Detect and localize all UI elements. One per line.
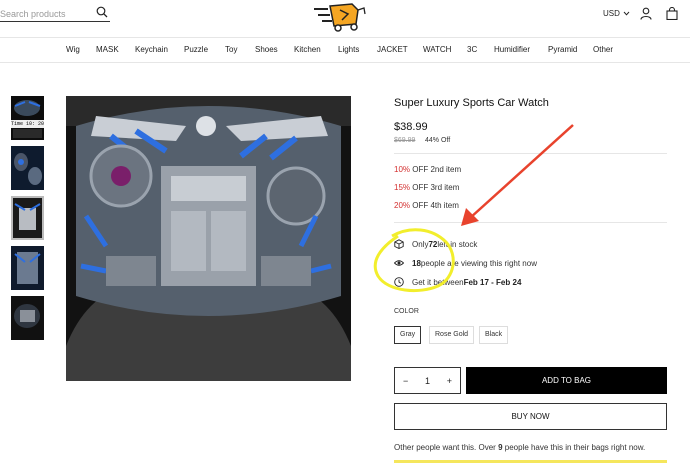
nav-item-3c[interactable]: 3C: [467, 45, 477, 54]
bundle-discount-tier: 15% OFF 3rd item: [394, 183, 459, 192]
watch-thumbnail-image: [11, 96, 44, 140]
watch-thumbnail-image: [11, 246, 44, 290]
watch-main-image: [66, 96, 351, 381]
tier-text: OFF 3rd item: [410, 183, 460, 192]
search-icon[interactable]: [96, 6, 108, 18]
color-label: COLOR: [394, 308, 419, 315]
color-option-black[interactable]: Black: [479, 326, 509, 344]
currency-selector[interactable]: USD: [603, 9, 630, 18]
divider: [394, 153, 667, 154]
color-option-gray[interactable]: Gray: [394, 326, 422, 344]
viewer-count: 18: [412, 258, 421, 268]
product-title: Super Luxury Sports Car Watch: [394, 97, 549, 109]
quantity-decrease-button[interactable]: −: [403, 376, 408, 386]
tier-percent: 10%: [394, 165, 411, 174]
product-price: $38.99: [394, 121, 428, 133]
currency-label: USD: [603, 9, 620, 18]
delivery-dates: Feb 17 - Feb 24: [463, 277, 522, 287]
tier-text: OFF 4th item: [410, 201, 459, 210]
product-thumbnail[interactable]: [11, 246, 44, 290]
product-thumbnail[interactable]: [11, 146, 44, 190]
quantity-stepper: − 1 +: [394, 367, 461, 394]
tier-percent: 15%: [394, 183, 411, 192]
search-input[interactable]: [0, 6, 92, 22]
quantity-value[interactable]: 1: [425, 376, 430, 386]
nav-item-pyramid[interactable]: Pyramid: [548, 45, 577, 54]
viewers-text: people are viewing this right now: [420, 258, 537, 268]
main-nav: Wig MASK Keychain Puzzle Toy Shoes Kitch…: [0, 37, 690, 63]
nav-item-other[interactable]: Other: [593, 45, 613, 54]
nav-item-wig[interactable]: Wig: [66, 45, 80, 54]
delivery-info: Get it between Feb 17 - Feb 24: [394, 277, 521, 287]
social-proof-text: Other people want this. Over 9 people ha…: [394, 443, 645, 452]
watch-thumbnail-image: [11, 296, 44, 340]
buy-now-button[interactable]: BUY NOW: [394, 403, 667, 430]
social-text-post: people have this in their bags right now…: [502, 443, 646, 452]
product-thumbnail[interactable]: [11, 296, 44, 340]
annotation-arrow-head: [461, 208, 479, 226]
stock-text-post: left in stock: [437, 239, 478, 249]
nav-item-kitchen[interactable]: Kitchen: [294, 45, 321, 54]
main-product-image[interactable]: [66, 96, 351, 381]
stock-text-pre: Only: [412, 239, 429, 249]
user-icon[interactable]: [640, 7, 652, 20]
nav-item-toy[interactable]: Toy: [225, 45, 237, 54]
quantity-increase-button[interactable]: +: [447, 376, 452, 386]
clock-icon: [394, 277, 404, 287]
search-bar[interactable]: [0, 4, 110, 22]
bundle-discount-tier: 20% OFF 4th item: [394, 201, 459, 210]
eye-icon: [394, 260, 404, 266]
nav-item-shoes[interactable]: Shoes: [255, 45, 278, 54]
package-icon: [394, 239, 404, 249]
nav-item-watch[interactable]: WATCH: [423, 45, 451, 54]
nav-item-keychain[interactable]: Keychain: [135, 45, 168, 54]
add-to-bag-button[interactable]: ADD TO BAG: [466, 367, 667, 394]
tier-text: OFF 2nd item: [410, 165, 462, 174]
tier-percent: 20%: [394, 201, 411, 210]
discount-badge: 44% Off: [425, 137, 451, 144]
nav-item-mask[interactable]: MASK: [96, 45, 119, 54]
watch-thumbnail-image: [13, 198, 42, 238]
nav-item-lights[interactable]: Lights: [338, 45, 359, 54]
thumbnail-caption: Time 10: 20: [11, 120, 44, 128]
annotation-arrow-shaft: [469, 124, 574, 219]
nav-item-humidifier[interactable]: Humidifier: [494, 45, 530, 54]
stock-info: Only 72 left in stock: [394, 239, 477, 249]
stock-count: 72: [428, 239, 438, 249]
logo-icon[interactable]: [312, 0, 368, 32]
viewers-info: 18 people are viewing this right now: [394, 258, 537, 268]
product-thumbnail[interactable]: Time 10: 20: [11, 96, 44, 140]
social-text-pre: Other people want this. Over: [394, 443, 499, 452]
color-option-rose-gold[interactable]: Rose Gold: [429, 326, 475, 344]
product-thumbnail-active[interactable]: [11, 196, 44, 240]
bundle-discount-tier: 10% OFF 2nd item: [394, 165, 461, 174]
nav-item-puzzle[interactable]: Puzzle: [184, 45, 208, 54]
chevron-down-icon: [623, 11, 630, 16]
nav-item-jacket[interactable]: JACKET: [377, 45, 408, 54]
watch-thumbnail-image: [11, 146, 44, 190]
compare-at-price: $69.99: [394, 137, 416, 144]
delivery-text: Get it between: [412, 277, 464, 287]
divider: [394, 222, 667, 223]
shopping-bag-icon[interactable]: [666, 7, 678, 20]
